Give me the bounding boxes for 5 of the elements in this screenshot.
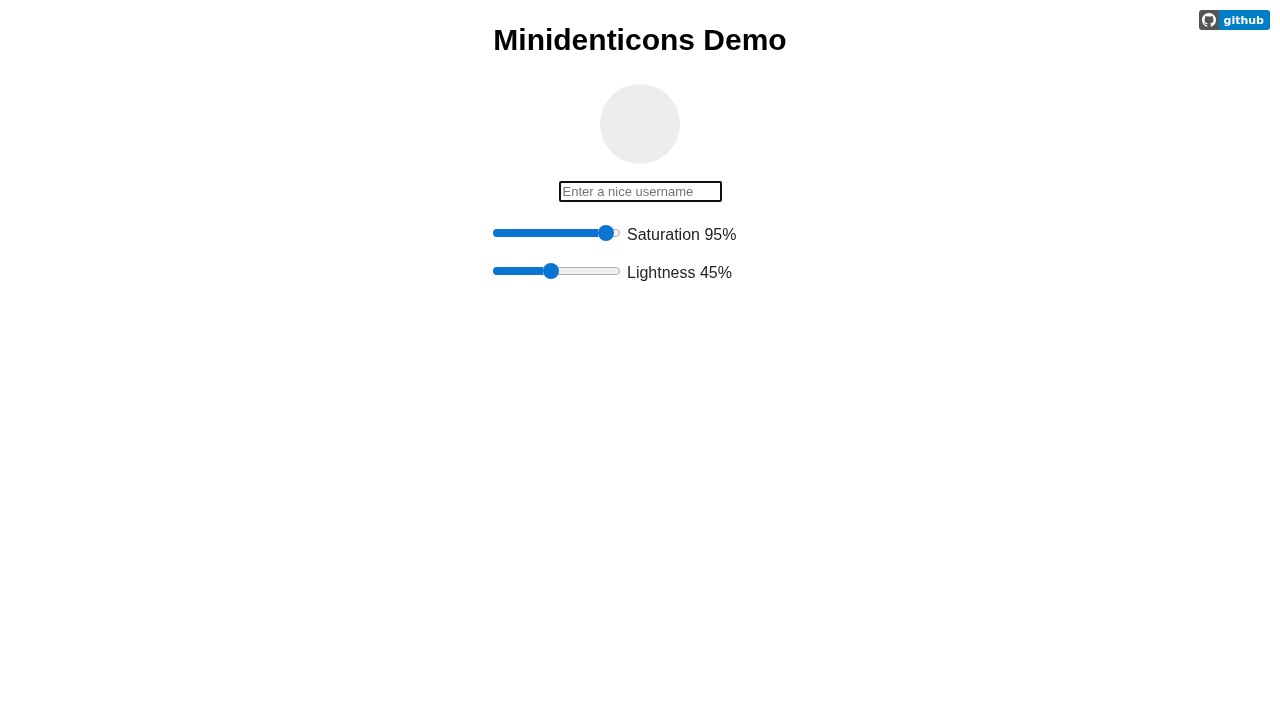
slider-label: Saturation 95% — [627, 226, 737, 244]
page-title: Minidenticons Demo — [493, 22, 787, 58]
cat-logo-icon — [1201, 13, 1216, 27]
username-field[interactable]: Enter a nice username — [558, 181, 722, 202]
slider-label: Lightness 45% — [627, 264, 732, 282]
